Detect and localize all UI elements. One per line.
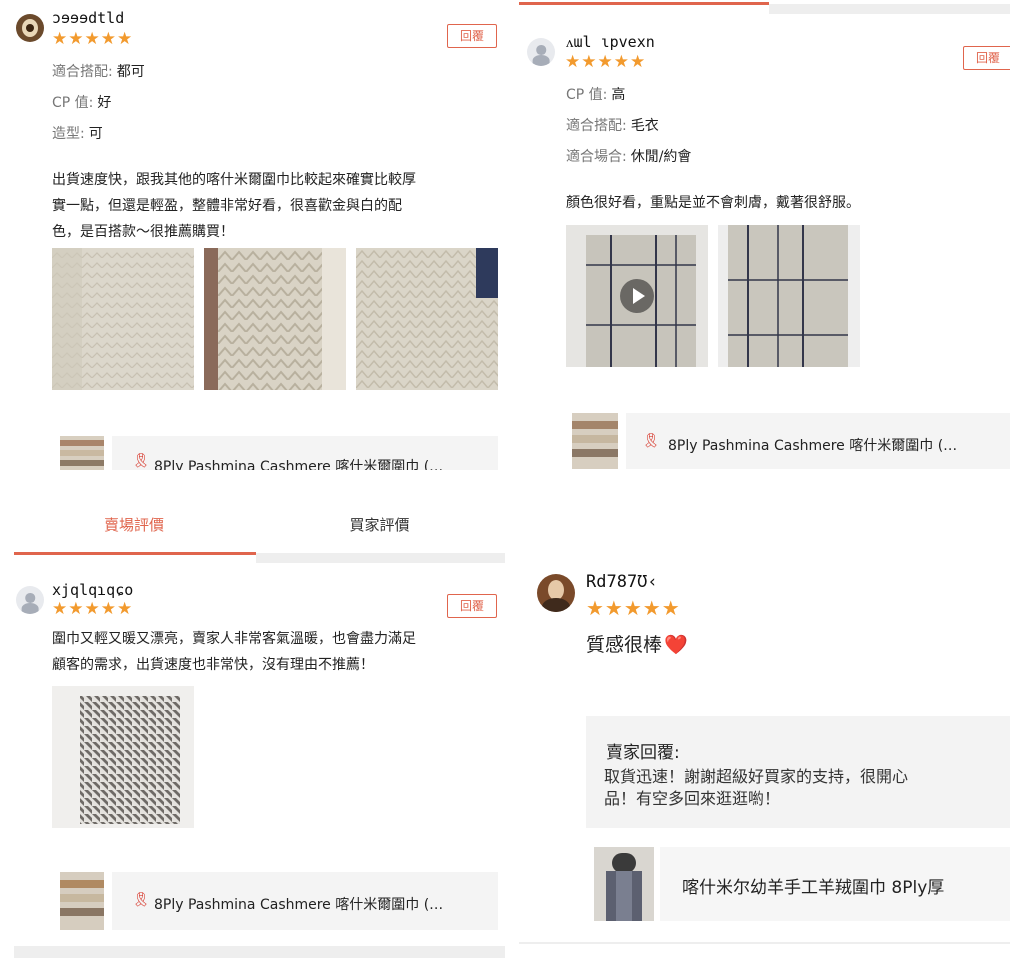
product-thumbnail[interactable] <box>60 872 104 930</box>
review-card-1: ɔɘɘɘdtld ★★★★★ 回覆 適合搭配: 都可 CP 值: 好 造型: 可 出貨… <box>14 0 507 470</box>
attr-label: 適合場合: <box>566 149 627 165</box>
seller-reply-title: 賣家回覆: <box>606 743 680 763</box>
ribbon-icon: 🎗 <box>642 433 660 449</box>
attr-label: 適合搭配: <box>52 64 113 80</box>
divider <box>14 946 505 958</box>
review-photo[interactable] <box>356 248 498 390</box>
review-card-4: Rd787Ʊ‹ ★★★★★ 質感很棒 ❤️ 賣家回覆: 取貨迅速！謝謝超級好買家的… <box>519 560 1010 950</box>
review-card-3: 賣場評價 買家評價 xjqlqɿqɕo ★★★★★ 回覆 圍巾又輕又暖又漂亮，賣… <box>14 500 505 960</box>
product-link[interactable]: 🎗 8Ply Pashmina Cashmere 喀什米爾圍巾 (… <box>112 872 498 930</box>
product-link[interactable]: 喀什米尔幼羊手工羊羢圍巾 8Ply厚 <box>660 847 1010 921</box>
rating-stars: ★★★★★ <box>52 29 134 49</box>
attr-row: 適合搭配: 都可 <box>52 61 145 81</box>
herringbone-scarf-image <box>52 248 194 390</box>
attr-value: 休閒/約會 <box>630 149 692 165</box>
review-text: 圍巾又輕又暖又漂亮，賣家人非常客氣溫暖，也會盡力滿足 顧客的需求，出貨速度也非常… <box>52 626 502 678</box>
scarf-stack-image <box>60 872 104 930</box>
divider <box>256 553 505 563</box>
seller-reply-line: 取貨迅速！謝謝超級好買家的支持，很開心 <box>604 767 909 786</box>
review-text-line: 出貨速度快，跟我其他的喀什米爾圍巾比較起來確實比較厚 <box>52 172 416 188</box>
attr-label: CP 值: <box>566 87 608 103</box>
avatar[interactable] <box>527 38 555 66</box>
attr-row: 適合場合: 休閒/約會 <box>566 146 691 166</box>
herringbone-scarf-image <box>204 248 346 390</box>
product-name: 8Ply Pashmina Cashmere 喀什米爾圍巾 (… <box>154 459 444 470</box>
reviewer-username[interactable]: Rd787Ʊ‹ <box>586 572 658 592</box>
review-video[interactable] <box>566 225 708 367</box>
tab-active-underline <box>14 552 256 555</box>
product-link[interactable]: 🎗 8Ply Pashmina Cashmere 喀什米爾圍巾 (… <box>112 436 498 470</box>
review-text: 顏色很好看，重點是並不會刺膚，戴著很舒服。 <box>566 195 860 211</box>
attr-value: 高 <box>611 87 626 103</box>
product-thumbnail[interactable] <box>594 847 654 921</box>
attr-row: CP 值: 高 <box>566 84 625 104</box>
review-photo[interactable] <box>718 225 860 367</box>
review-text-line: 色，是百搭款～很推薦購買！ <box>52 224 234 240</box>
attr-value: 毛衣 <box>630 118 659 134</box>
review-text-line: 圍巾又輕又暖又漂亮，賣家人非常客氣溫暖，也會盡力滿足 <box>52 631 416 647</box>
review-text-line: 實一點，但還是輕盈，整體非常好看，很喜歡金與白的配 <box>52 198 402 214</box>
attr-label: 適合搭配: <box>566 118 627 134</box>
divider <box>769 4 1010 14</box>
review-text-line: 顧客的需求，出貨速度也非常快，沒有理由不推薦！ <box>52 657 374 673</box>
attr-value: 好 <box>97 95 112 111</box>
rating-stars: ★★★★★ <box>565 52 647 72</box>
heart-icon: ❤️ <box>664 634 688 656</box>
attr-row: 適合搭配: 毛衣 <box>566 115 659 135</box>
attr-value: 可 <box>88 126 103 142</box>
reply-button[interactable]: 回覆 <box>447 594 497 618</box>
seller-reply-box: 賣家回覆: 取貨迅速！謝謝超級好買家的支持，很開心 品！有空多回來逛逛喲！ <box>586 716 1010 828</box>
avatar[interactable] <box>16 14 44 42</box>
reviewer-username[interactable]: ɔɘɘɘdtld <box>52 9 124 27</box>
ribbon-icon: 🎗 <box>132 453 150 469</box>
tab-buyer-reviews[interactable]: 買家評價 <box>254 514 505 535</box>
tab-active-underline <box>519 2 769 5</box>
seller-reply-text: 取貨迅速！謝謝超級好買家的支持，很開心 品！有空多回來逛逛喲！ <box>604 766 908 810</box>
ribbon-icon: 🎗 <box>132 892 150 908</box>
avatar[interactable] <box>16 586 44 614</box>
houndstooth-scarf-image <box>52 686 194 828</box>
scarf-stack-image <box>572 413 618 469</box>
tab-shop-reviews[interactable]: 賣場評價 <box>14 514 254 535</box>
product-thumbnail[interactable] <box>60 436 104 470</box>
attr-row: 造型: 可 <box>52 123 103 143</box>
review-text: 出貨速度快，跟我其他的喀什米爾圍巾比較起來確實比較厚 實一點，但還是輕盈，整體非… <box>52 167 502 245</box>
review-photo[interactable] <box>52 686 194 828</box>
scarf-model-image <box>594 847 654 921</box>
reply-button[interactable]: 回覆 <box>963 46 1010 70</box>
product-name: 8Ply Pashmina Cashmere 喀什米爾圍巾 (… <box>154 897 444 913</box>
herringbone-scarf-image <box>356 248 498 390</box>
product-name: 8Ply Pashmina Cashmere 喀什米爾圍巾 (… <box>668 438 958 454</box>
plaid-scarf-image <box>718 225 860 367</box>
play-icon[interactable] <box>620 279 654 313</box>
reviewer-username[interactable]: ᴧɯl ɩpvexn <box>566 33 655 52</box>
reviewer-username[interactable]: xjqlqɿqɕo <box>52 581 133 599</box>
avatar[interactable] <box>537 574 575 612</box>
rating-stars: ★★★★★ <box>52 599 134 619</box>
review-card-2: ᴧɯl ɩpvexn ★★★★★ 回覆 CP 值: 高 適合搭配: 毛衣 適合場合:… <box>519 0 1010 470</box>
review-text: 質感很棒 ❤️ <box>586 630 688 657</box>
product-name: 喀什米尔幼羊手工羊羢圍巾 8Ply厚 <box>682 878 945 898</box>
scarf-stack-image <box>60 436 104 470</box>
divider <box>519 942 1010 944</box>
review-photo[interactable] <box>52 248 194 390</box>
product-link[interactable]: 🎗 8Ply Pashmina Cashmere 喀什米爾圍巾 (… <box>626 413 1010 469</box>
seller-reply-line: 品！有空多回來逛逛喲！ <box>604 789 781 808</box>
attr-label: 造型: <box>52 126 85 142</box>
review-photo[interactable] <box>204 248 346 390</box>
rating-stars: ★★★★★ <box>586 596 681 620</box>
attr-value: 都可 <box>116 64 145 80</box>
attr-row: CP 值: 好 <box>52 92 111 112</box>
product-thumbnail[interactable] <box>572 413 618 469</box>
attr-label: CP 值: <box>52 95 94 111</box>
reply-button[interactable]: 回覆 <box>447 24 497 48</box>
review-text-content: 質感很棒 <box>586 634 663 656</box>
